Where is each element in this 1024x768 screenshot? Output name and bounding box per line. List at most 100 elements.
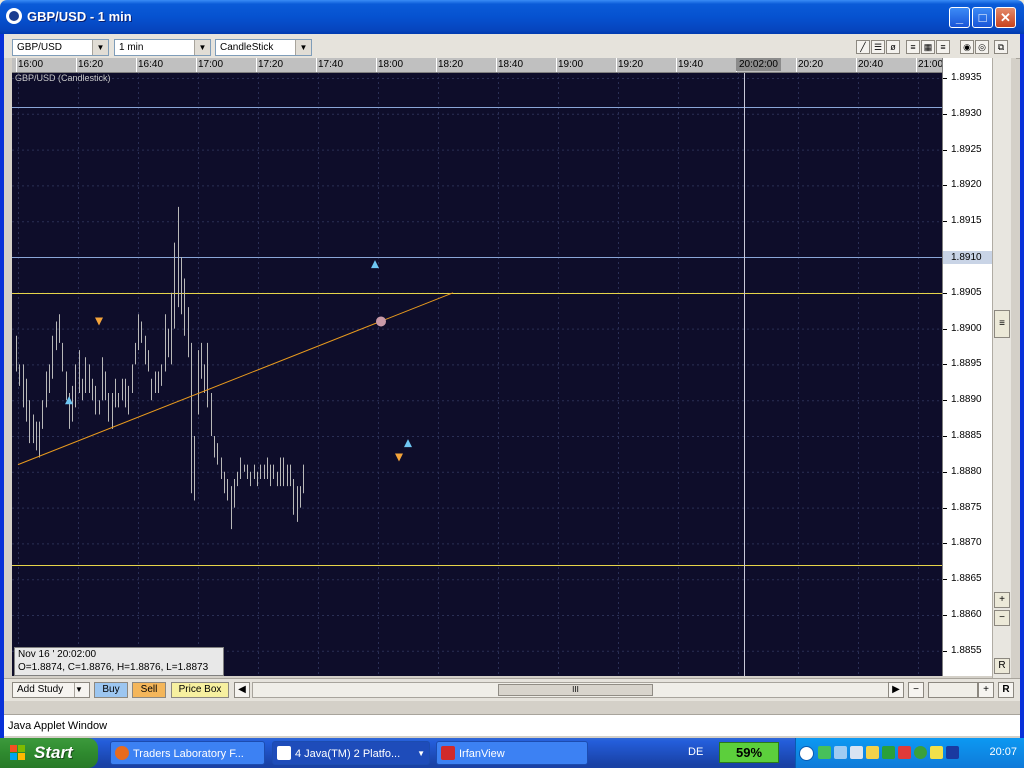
chart-bottom-bar: Add Study ▼ Buy Sell Price Box ◀ III ▶ −… [4,678,1020,701]
time-tick-label: 16:40 [138,59,164,70]
security-icon[interactable] [866,746,879,759]
time-separator [136,58,137,72]
task-label: IrfanView [459,748,505,760]
volume-icon[interactable] [946,746,959,759]
time-tick-label: 19:20 [618,59,644,70]
horizontal-scroll-thumb[interactable]: III [498,684,653,696]
window-titlebar[interactable]: GBP/USD - 1 min _ □ ✕ [0,0,1024,34]
exit-marker-icon [376,316,386,327]
horizontal-scrollbar[interactable]: III [252,682,892,698]
time-tick-label: 17:20 [258,59,284,70]
time-tick-label: 16:20 [78,59,104,70]
line-tool-icon[interactable]: ╱ [856,40,870,54]
ellipse-tool-icon[interactable]: ø [886,40,900,54]
grid-tool-icon[interactable]: ▦ [921,40,935,54]
fibonacci-tool-icon[interactable]: ≡ [906,40,920,54]
chevron-down-icon: ▼ [417,749,425,758]
antivirus-icon[interactable] [898,746,911,759]
scroll-left-button[interactable]: ◀ [234,682,250,698]
time-separator [256,58,257,72]
time-cursor-label: 20:02:00 [736,58,781,71]
price-tick-label: 1.8880 [943,465,982,477]
time-separator [556,58,557,72]
sell-button[interactable]: Sell [132,682,166,698]
interval-value: 1 min [119,42,144,53]
chart-style-value: CandleStick [220,42,274,53]
zoom-slider[interactable] [928,682,978,698]
reset-time-button[interactable]: R [998,682,1014,698]
scroll-thumb[interactable]: ≡ [994,310,1010,338]
scroll-right-button[interactable]: ▶ [888,682,904,698]
channel-tool-icon[interactable]: ☰ [871,40,885,54]
price-tick-label: 1.8905 [943,286,982,298]
chart-toolbar: GBP/USD ▼ 1 min ▼ CandleStick ▼ ╱ ☰ ø ≡ … [4,34,1020,59]
interval-select[interactable]: 1 min ▼ [114,39,211,56]
chevron-down-icon[interactable]: ▼ [92,40,108,55]
price-tick-label: 1.8930 [943,107,982,119]
chart-label: GBP/USD (Candlestick) [15,73,111,83]
tray-expand-icon[interactable] [799,746,814,761]
chart-svg[interactable] [12,58,942,676]
time-separator [16,58,17,72]
time-tick-label: 20:40 [858,59,884,70]
time-separator [316,58,317,72]
time-tick-label: 18:00 [378,59,404,70]
start-button[interactable]: Start [0,738,98,768]
display-icon[interactable] [850,746,863,759]
signal-icon[interactable] [882,746,895,759]
zoom-out-icon[interactable]: ◎ [975,40,989,54]
battery-indicator[interactable]: 59% [719,742,779,763]
trendline [17,292,454,466]
price-tick-label: 1.8900 [943,322,982,334]
maximize-button[interactable]: □ [972,7,993,28]
zoom-in-time-button[interactable]: + [978,682,994,698]
time-tick-label: 19:00 [558,59,584,70]
windows-logo-icon [10,745,25,760]
time-separator [76,58,77,72]
task-firefox[interactable]: Traders Laboratory F... [110,741,265,765]
chart-style-select[interactable]: CandleStick ▼ [215,39,312,56]
scale-up-button[interactable]: + [994,592,1010,608]
time-separator [856,58,857,72]
task-irfanview[interactable]: IrfanView [436,741,588,765]
time-tick-label: 17:40 [318,59,344,70]
add-study-button[interactable]: Add Study ▼ [12,682,90,698]
symbol-select[interactable]: GBP/USD ▼ [12,39,109,56]
scale-down-button[interactable]: − [994,610,1010,626]
irfanview-icon [441,746,455,760]
time-axis: 16:00 16:20 16:40 17:00 17:20 17:40 18:00 18:20… [12,58,943,73]
chevron-down-icon[interactable]: ▼ [194,40,210,55]
reset-scale-button[interactable]: R [994,658,1010,674]
chevron-down-icon[interactable]: ▼ [295,40,311,55]
bluetooth-icon[interactable] [834,746,847,759]
firefox-icon [115,746,129,760]
zoom-in-icon[interactable]: ◉ [960,40,974,54]
buy-button[interactable]: Buy [94,682,128,698]
system-tray: 20:07 [795,738,1024,768]
minimize-button[interactable]: _ [949,7,970,28]
buy-marker-icon [404,439,412,448]
language-indicator[interactable]: DE [688,746,703,758]
detach-icon[interactable]: ⧉ [994,40,1008,54]
update-icon[interactable] [914,746,927,759]
vertical-scrollbar[interactable]: ≡ + − R [992,58,1011,678]
chart-plot[interactable] [12,58,942,676]
time-tick-label: 18:40 [498,59,524,70]
close-button[interactable]: ✕ [995,7,1016,28]
time-separator [676,58,677,72]
price-tick-label: 1.8920 [943,179,982,191]
ohlc-date: Nov 16 ' 20:02:00 [18,649,97,660]
time-tick-label: 17:00 [198,59,224,70]
sell-marker-icon [395,453,403,462]
clock: 20:07 [989,746,1017,758]
buy-marker-icon [371,260,379,269]
price-box-button[interactable]: Price Box [171,682,229,698]
task-java[interactable]: 4 Java(TM) 2 Platfo... ▼ [272,741,430,765]
hlines-tool-icon[interactable]: ≡ [936,40,950,54]
time-tick-label: 18:20 [438,59,464,70]
chevron-down-icon[interactable]: ▼ [74,683,89,697]
warning-icon[interactable] [930,746,943,759]
network-icon[interactable] [818,746,831,759]
zoom-out-time-button[interactable]: − [908,682,924,698]
price-tick-label: 1.8935 [943,72,982,83]
